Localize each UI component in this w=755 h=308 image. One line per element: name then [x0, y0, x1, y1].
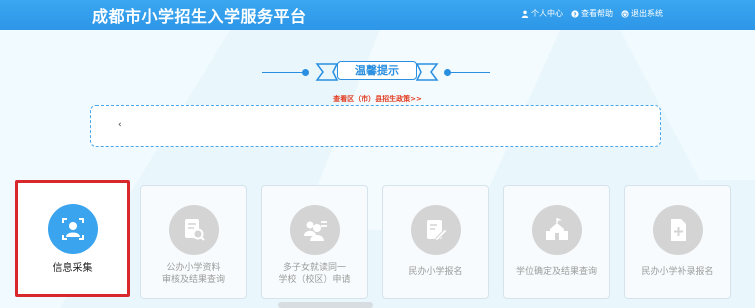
tip-title: 温馨提示 — [337, 61, 417, 80]
document-search-icon — [169, 205, 219, 255]
card-label: 信息采集 — [52, 263, 93, 274]
card-label-line1: 多子女就读同一 — [282, 263, 346, 273]
user-scan-icon — [48, 204, 98, 254]
header-menu: 个人中心 ? 查看帮助 退出系统 — [521, 8, 663, 19]
card-private-school-signup[interactable]: 民办小学报名 — [382, 185, 489, 299]
help-icon: ? — [571, 9, 579, 18]
card-label-line2: 学校（校区）申请 — [278, 275, 351, 285]
top-header: 成都市小学招生入学服务平台 个人中心 ? 查看帮助 退出系统 — [0, 0, 755, 30]
edit-form-icon — [411, 205, 461, 255]
tip-dot-left — [302, 69, 309, 76]
policy-link[interactable]: 查看区（市）县招生政策>> — [0, 94, 755, 104]
card-info-collection[interactable]: 信息采集 — [15, 180, 130, 297]
card-label-line1: 公办小学资料 — [166, 263, 221, 273]
help-link[interactable]: ? 查看帮助 — [571, 8, 613, 19]
person-icon — [521, 10, 529, 18]
personal-center-link[interactable]: 个人中心 — [521, 8, 563, 19]
card-label: 民办小学报名 — [408, 267, 463, 277]
add-document-icon — [653, 205, 703, 255]
school-building-icon — [532, 205, 582, 255]
power-icon — [621, 9, 629, 18]
card-label-line2: 审核及结果查询 — [161, 275, 225, 285]
tip-header: 温馨提示 — [0, 58, 755, 88]
tip-line-right — [447, 72, 490, 73]
logout-link[interactable]: 退出系统 — [621, 8, 663, 19]
card-private-supplementary[interactable]: 民办小学补录报名 — [624, 185, 731, 299]
card-placement-result[interactable]: 学位确定及结果查询 — [503, 185, 610, 299]
tip-line-left — [262, 72, 307, 73]
notice-box: ‹ — [90, 105, 661, 147]
card-public-school-review[interactable]: 公办小学资料 审核及结果查询 — [140, 185, 247, 299]
function-cards: 信息采集 公办小学资料 审核及结果查询 多子女就读同一 学校（校区）申请 民办小… — [0, 180, 755, 308]
notice-marker: ‹ — [118, 120, 122, 130]
horizontal-scrollbar[interactable] — [278, 302, 373, 308]
card-label: 民办小学补录报名 — [641, 267, 714, 277]
personal-center-label: 个人中心 — [531, 9, 563, 18]
logout-label: 退出系统 — [631, 9, 663, 18]
svg-text:?: ? — [573, 12, 576, 18]
multi-children-icon — [290, 205, 340, 255]
help-label: 查看帮助 — [581, 9, 613, 18]
card-label: 学位确定及结果查询 — [515, 267, 597, 277]
card-multi-children[interactable]: 多子女就读同一 学校（校区）申请 — [261, 185, 368, 299]
site-title: 成都市小学招生入学服务平台 — [92, 7, 307, 26]
